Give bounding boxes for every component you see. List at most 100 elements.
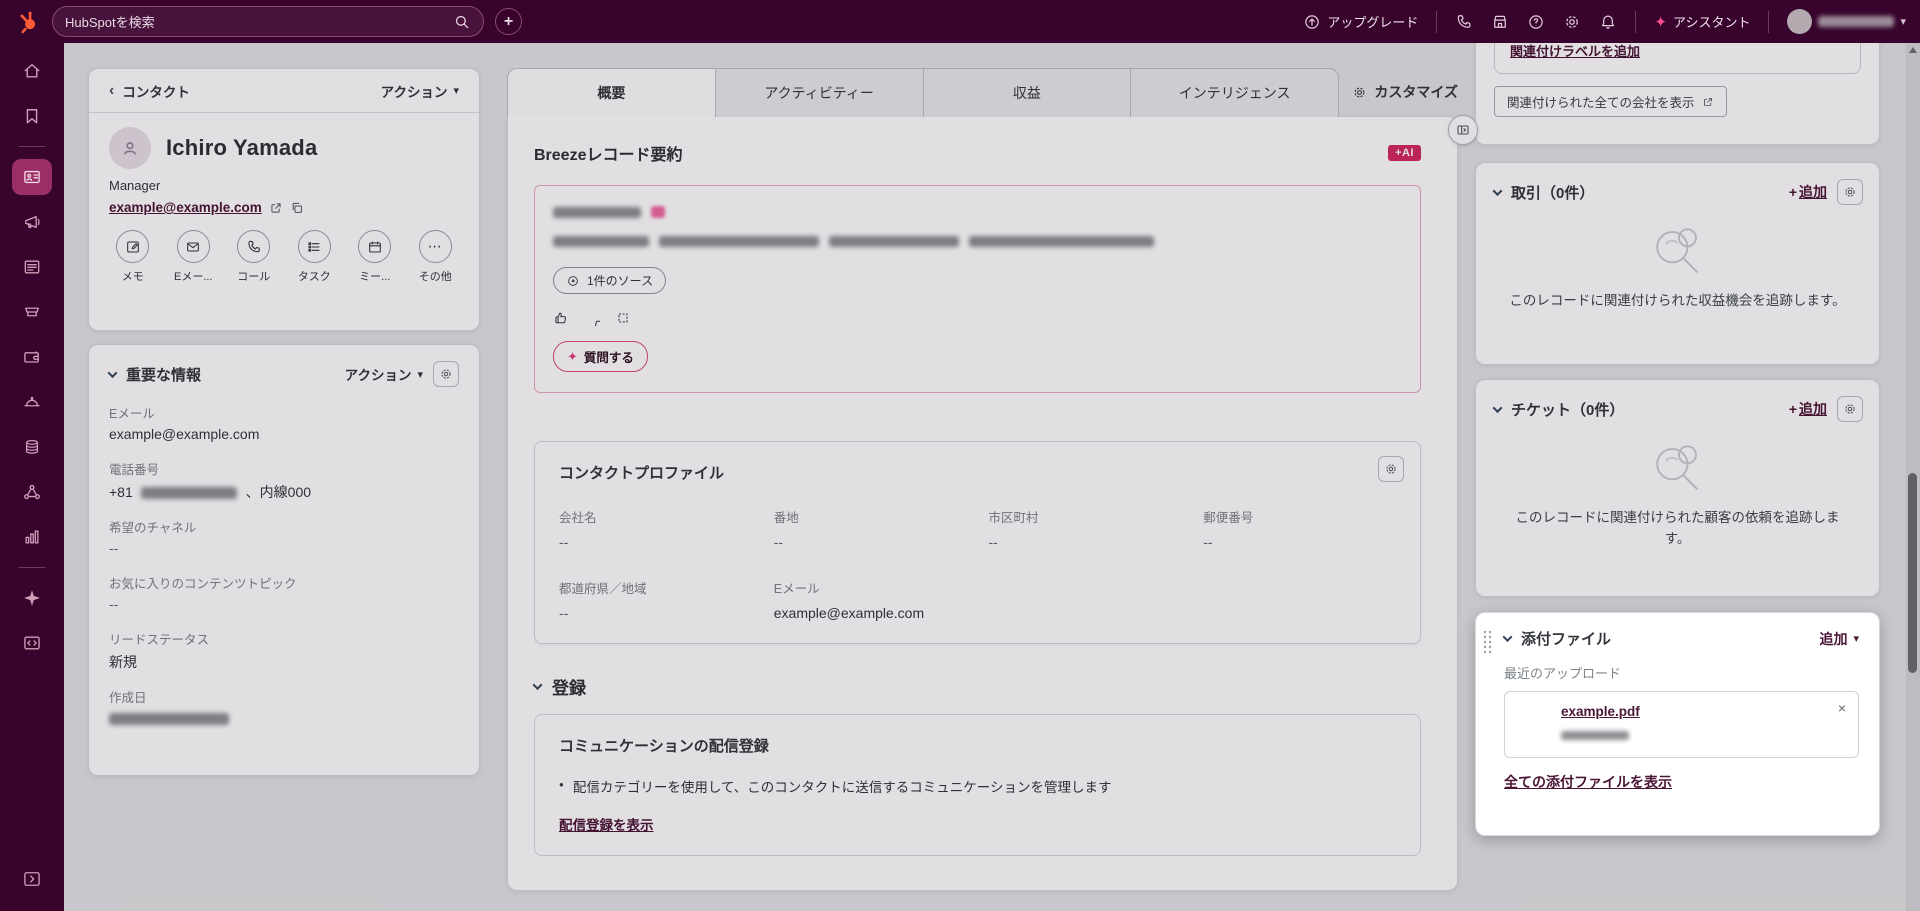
sparkle-icon: ✦ — [567, 349, 578, 365]
collapse-section-icon[interactable] — [1493, 186, 1503, 196]
ai-badge: +AI — [1388, 145, 1421, 161]
copy-icon[interactable] — [290, 201, 304, 215]
contact-email-link[interactable]: example@example.com — [109, 200, 262, 215]
deals-settings-button[interactable] — [1837, 179, 1863, 205]
about-actions-dropdown[interactable]: アクション ▾ — [345, 364, 423, 384]
customize-tabs-button[interactable]: カスタマイズ — [1346, 68, 1458, 116]
tab-activities[interactable]: アクティビティー — [716, 69, 924, 117]
top-navigation-bar: HubSpotを検索 + アップグレード ✦ アシスタント ▾ — [0, 0, 1920, 43]
profile-settings-button[interactable] — [1378, 456, 1404, 482]
notifications-icon[interactable] — [1599, 13, 1617, 31]
collapse-section-icon[interactable] — [533, 680, 543, 690]
sidebar-item-automation[interactable] — [12, 474, 52, 510]
email-button[interactable]: Eメー... — [170, 230, 218, 284]
drag-handle[interactable] — [1481, 629, 1495, 655]
overview-panel: Breezeレコード要約 +AI 1件のソース — [507, 116, 1458, 891]
task-button[interactable]: タスク — [291, 230, 339, 284]
contact-actions-dropdown[interactable]: アクション ▾ — [381, 81, 459, 101]
settings-icon[interactable] — [1563, 13, 1581, 31]
sidebar-item-content[interactable] — [12, 249, 52, 285]
sources-chip[interactable]: 1件のソース — [553, 267, 666, 294]
tab-revenue[interactable]: 収益 — [924, 69, 1132, 117]
tickets-card: チケット（0件） + 追加 このレコードに関連付けられた顧客の依頼を追跡します。 — [1475, 379, 1880, 597]
collapse-section-icon[interactable] — [1503, 632, 1513, 642]
page-scrollbar[interactable] — [1906, 43, 1920, 911]
call-button[interactable]: コール — [230, 230, 278, 284]
search-placeholder: HubSpotを検索 — [65, 12, 445, 31]
plus-icon: + — [1789, 401, 1797, 417]
view-subscriptions-link[interactable]: 配信登録を表示 — [559, 814, 654, 834]
external-link-icon[interactable] — [269, 201, 283, 215]
tickets-empty-state: このレコードに関連付けられた顧客の依頼を追跡します。 — [1476, 430, 1879, 568]
tickets-settings-button[interactable] — [1837, 396, 1863, 422]
topbar-actions: アップグレード ✦ アシスタント ▾ — [1303, 9, 1906, 34]
help-icon[interactable] — [1527, 13, 1545, 31]
redacted-file-date — [1561, 731, 1629, 740]
redacted-create-date — [109, 713, 229, 725]
sidebar-item-commerce[interactable] — [12, 294, 52, 330]
tab-overview[interactable]: 概要 — [508, 69, 716, 117]
sidebar-expand-toggle[interactable] — [12, 861, 52, 897]
quick-actions-row: メモ Eメー... コール タスク ミー... — [109, 230, 459, 284]
add-deal-link[interactable]: + 追加 — [1789, 182, 1827, 202]
view-all-attachments-link[interactable]: 全ての添付ファイルを表示 — [1504, 772, 1672, 792]
sidebar-item-ai[interactable] — [12, 580, 52, 616]
scroll-up-arrow[interactable] — [1909, 47, 1917, 53]
empty-state-illustration — [1632, 217, 1724, 285]
sidebar-item-crm[interactable] — [12, 159, 52, 195]
meeting-button[interactable]: ミー... — [351, 230, 399, 284]
calling-icon[interactable] — [1455, 13, 1473, 31]
sidebar-item-bookmarks[interactable] — [12, 98, 52, 134]
note-button[interactable]: メモ — [109, 230, 157, 284]
thumbs-down-icon[interactable] — [584, 310, 600, 326]
page-content: ‹ コンタクト アクション ▾ Ichiro Yamada Manager ex… — [64, 43, 1920, 911]
sidebar-item-reporting[interactable] — [12, 519, 52, 555]
upgrade-button[interactable]: アップグレード — [1303, 12, 1418, 31]
collapse-section-icon[interactable] — [108, 368, 118, 378]
assistant-button[interactable]: ✦ アシスタント — [1654, 12, 1750, 31]
sidebar-item-marketing[interactable] — [12, 204, 52, 240]
gear-icon — [1352, 85, 1367, 100]
add-ticket-link[interactable]: + 追加 — [1789, 399, 1827, 419]
breeze-summary-title: Breezeレコード要約 — [534, 141, 682, 165]
remove-attachment-icon[interactable]: × — [1838, 700, 1846, 716]
assistant-label: アシスタント — [1673, 12, 1750, 31]
account-menu[interactable]: ▾ — [1787, 9, 1906, 34]
add-association-label-link[interactable]: 関連付けラベルを追加 — [1510, 44, 1640, 59]
communication-subscriptions-card: コミュニケーションの配信登録 ● 配信カテゴリーを使用して、このコンタクトに送信… — [534, 714, 1421, 856]
gear-icon — [1843, 402, 1857, 416]
sidebar-item-home[interactable] — [12, 53, 52, 89]
scrollbar-thumb[interactable] — [1908, 473, 1917, 673]
collapse-right-panel-button[interactable] — [1448, 115, 1478, 145]
field-state-region: 都道府県／地域-- — [559, 578, 752, 623]
upgrade-label: アップグレード — [1327, 12, 1418, 31]
attachment-file-link[interactable]: example.pdf — [1561, 704, 1640, 719]
contact-avatar — [109, 127, 151, 169]
sidebar-item-developer[interactable] — [12, 625, 52, 661]
field-profile-email: Eメールexample@example.com — [774, 578, 967, 623]
sidebar-item-payments[interactable] — [12, 339, 52, 375]
marketplace-icon[interactable] — [1491, 13, 1509, 31]
back-to-contacts-link[interactable]: ‹ コンタクト — [109, 81, 190, 101]
hubspot-logo[interactable] — [14, 7, 44, 37]
thumbs-up-icon[interactable] — [553, 310, 569, 326]
subscriptions-section-header: 登録 — [534, 674, 1421, 699]
sidebar-item-service[interactable] — [12, 384, 52, 420]
attachment-row: example.pdf × — [1504, 691, 1859, 758]
global-search-input[interactable]: HubSpotを検索 — [52, 6, 484, 37]
tab-intelligence[interactable]: インテリジェンス — [1131, 69, 1338, 117]
field-preferred-channel: 希望のチャネル -- — [109, 517, 459, 558]
copy-summary-icon[interactable] — [615, 310, 631, 326]
create-new-button[interactable]: + — [495, 8, 522, 35]
more-actions-button[interactable]: ⋯ その他 — [412, 230, 460, 284]
ask-question-button[interactable]: ✦ 質問する — [553, 341, 648, 372]
gear-icon — [439, 367, 453, 381]
add-attachment-dropdown[interactable]: 追加 ▾ — [1819, 629, 1859, 649]
about-settings-button[interactable] — [433, 361, 459, 387]
account-avatar — [1787, 9, 1812, 34]
contact-profile-title: コンタクトプロファイル — [559, 462, 1396, 483]
feedback-row — [553, 310, 1402, 326]
sidebar-item-data[interactable] — [12, 429, 52, 465]
view-all-companies-button[interactable]: 関連付けられた全ての会社を表示 — [1494, 86, 1727, 117]
collapse-section-icon[interactable] — [1493, 403, 1503, 413]
